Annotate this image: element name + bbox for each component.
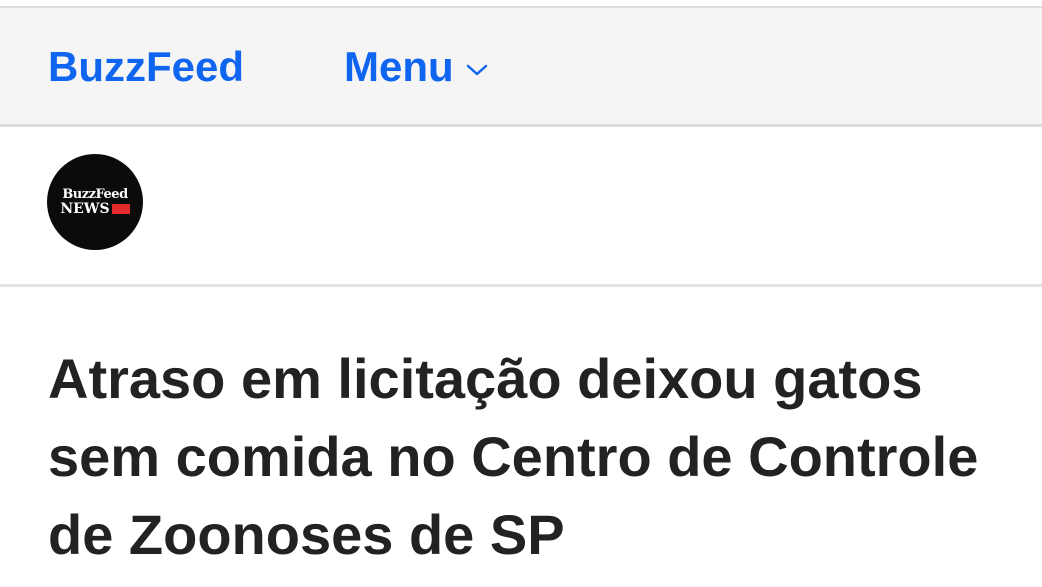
logo-line-1: BuzzFeed bbox=[62, 187, 128, 202]
section-logo-row: BuzzFeed NEWS bbox=[0, 127, 1042, 287]
article-headline: Atraso em licitação deixou gatos sem com… bbox=[48, 347, 979, 566]
logo-line-2: NEWS bbox=[60, 201, 130, 217]
buzzfeed-home-link[interactable]: BuzzFeed bbox=[48, 46, 244, 88]
menu-button[interactable]: Menu bbox=[344, 46, 488, 88]
flag-icon bbox=[111, 204, 130, 214]
top-navbar: BuzzFeed Menu bbox=[0, 6, 1042, 127]
logo-news-text: NEWS bbox=[60, 201, 110, 217]
buzzfeed-news-logo[interactable]: BuzzFeed NEWS bbox=[47, 154, 143, 250]
menu-label: Menu bbox=[344, 43, 454, 90]
chevron-down-icon bbox=[466, 64, 487, 76]
